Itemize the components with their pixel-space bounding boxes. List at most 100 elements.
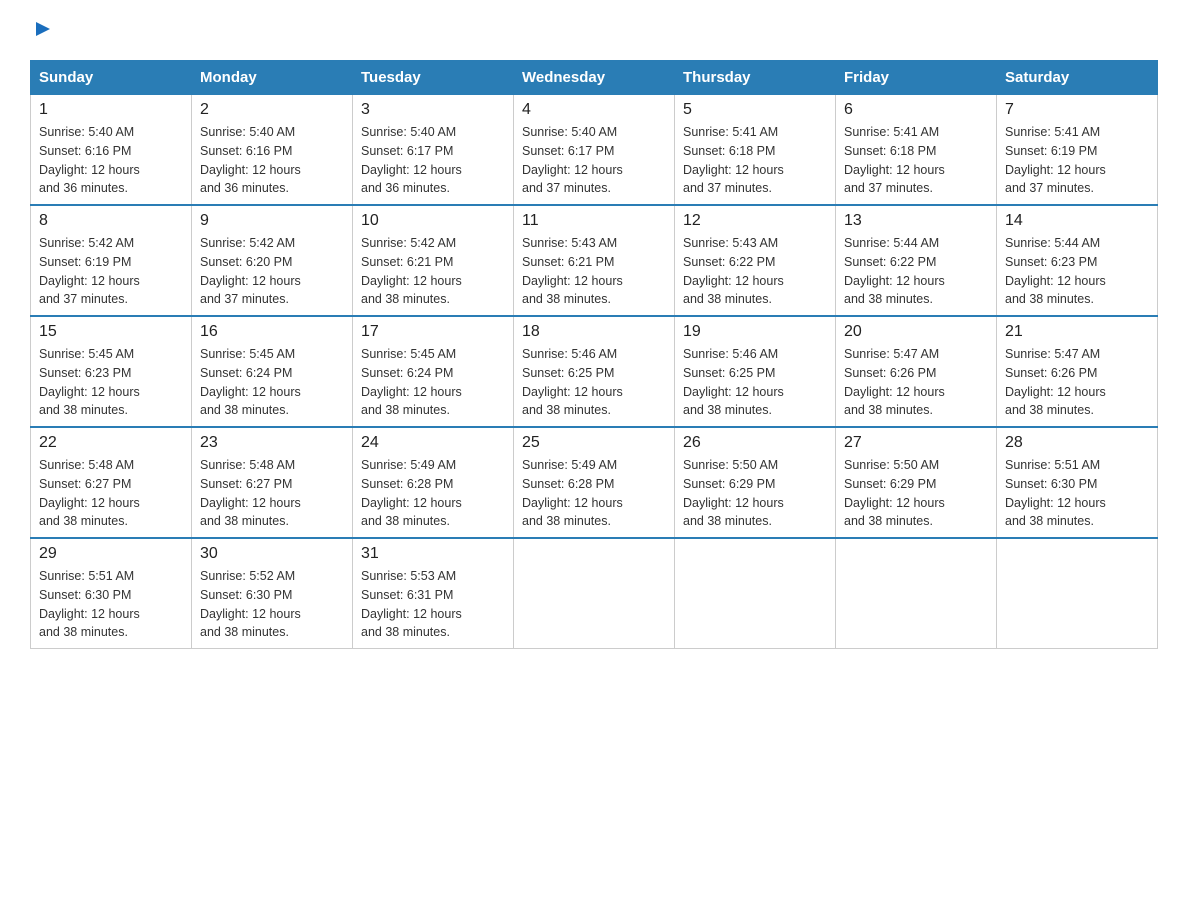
calendar-cell: 12 Sunrise: 5:43 AMSunset: 6:22 PMDayligh…: [675, 205, 836, 316]
day-info: Sunrise: 5:46 AMSunset: 6:25 PMDaylight:…: [522, 345, 666, 420]
day-number: 8: [39, 212, 183, 230]
weekday-header-saturday: Saturday: [997, 61, 1158, 95]
calendar-cell: 5 Sunrise: 5:41 AMSunset: 6:18 PMDaylight…: [675, 95, 836, 206]
day-number: 23: [200, 434, 344, 452]
weekday-header-tuesday: Tuesday: [353, 61, 514, 95]
calendar-cell: 2 Sunrise: 5:40 AMSunset: 6:16 PMDaylight…: [192, 95, 353, 206]
weekday-header-wednesday: Wednesday: [514, 61, 675, 95]
logo: [30, 20, 54, 40]
day-number: 30: [200, 545, 344, 563]
day-info: Sunrise: 5:40 AMSunset: 6:17 PMDaylight:…: [361, 123, 505, 198]
calendar-cell: 7 Sunrise: 5:41 AMSunset: 6:19 PMDaylight…: [997, 95, 1158, 206]
calendar-table: SundayMondayTuesdayWednesdayThursdayFrid…: [30, 60, 1158, 649]
day-info: Sunrise: 5:47 AMSunset: 6:26 PMDaylight:…: [1005, 345, 1149, 420]
logo-triangle-icon: [32, 18, 54, 40]
day-number: 3: [361, 101, 505, 119]
calendar-cell: 19 Sunrise: 5:46 AMSunset: 6:25 PMDayligh…: [675, 316, 836, 427]
day-number: 1: [39, 101, 183, 119]
calendar-cell: 9 Sunrise: 5:42 AMSunset: 6:20 PMDaylight…: [192, 205, 353, 316]
day-info: Sunrise: 5:51 AMSunset: 6:30 PMDaylight:…: [39, 567, 183, 642]
calendar-cell: 29Sunrise: 5:51 AMSunset: 6:30 PMDayligh…: [31, 538, 192, 649]
day-info: Sunrise: 5:41 AMSunset: 6:18 PMDaylight:…: [844, 123, 988, 198]
day-info: Sunrise: 5:51 AMSunset: 6:30 PMDaylight:…: [1005, 456, 1149, 531]
calendar-cell: [997, 538, 1158, 649]
calendar-cell: [675, 538, 836, 649]
day-number: 14: [1005, 212, 1149, 230]
day-number: 13: [844, 212, 988, 230]
day-info: Sunrise: 5:47 AMSunset: 6:26 PMDaylight:…: [844, 345, 988, 420]
calendar-week-row: 15 Sunrise: 5:45 AMSunset: 6:23 PMDayligh…: [31, 316, 1158, 427]
calendar-cell: 18 Sunrise: 5:46 AMSunset: 6:25 PMDayligh…: [514, 316, 675, 427]
day-number: 31: [361, 545, 505, 563]
day-info: Sunrise: 5:45 AMSunset: 6:24 PMDaylight:…: [200, 345, 344, 420]
calendar-cell: 6 Sunrise: 5:41 AMSunset: 6:18 PMDaylight…: [836, 95, 997, 206]
calendar-cell: 3 Sunrise: 5:40 AMSunset: 6:17 PMDaylight…: [353, 95, 514, 206]
calendar-cell: 13 Sunrise: 5:44 AMSunset: 6:22 PMDayligh…: [836, 205, 997, 316]
day-info: Sunrise: 5:45 AMSunset: 6:23 PMDaylight:…: [39, 345, 183, 420]
calendar-cell: 23 Sunrise: 5:48 AMSunset: 6:27 PMDayligh…: [192, 427, 353, 538]
day-number: 25: [522, 434, 666, 452]
calendar-cell: 31 Sunrise: 5:53 AMSunset: 6:31 PMDayligh…: [353, 538, 514, 649]
day-info: Sunrise: 5:53 AMSunset: 6:31 PMDaylight:…: [361, 567, 505, 642]
day-number: 24: [361, 434, 505, 452]
calendar-cell: 24 Sunrise: 5:49 AMSunset: 6:28 PMDayligh…: [353, 427, 514, 538]
day-number: 28: [1005, 434, 1149, 452]
day-number: 9: [200, 212, 344, 230]
calendar-week-row: 22 Sunrise: 5:48 AMSunset: 6:27 PMDayligh…: [31, 427, 1158, 538]
day-number: 4: [522, 101, 666, 119]
day-number: 17: [361, 323, 505, 341]
calendar-week-row: 1 Sunrise: 5:40 AMSunset: 6:16 PMDaylight…: [31, 95, 1158, 206]
day-number: 21: [1005, 323, 1149, 341]
day-number: 16: [200, 323, 344, 341]
day-info: Sunrise: 5:48 AMSunset: 6:27 PMDaylight:…: [200, 456, 344, 531]
day-info: Sunrise: 5:42 AMSunset: 6:20 PMDaylight:…: [200, 234, 344, 309]
weekday-header-monday: Monday: [192, 61, 353, 95]
day-number: 19: [683, 323, 827, 341]
calendar-cell: 26Sunrise: 5:50 AMSunset: 6:29 PMDayligh…: [675, 427, 836, 538]
day-info: Sunrise: 5:50 AMSunset: 6:29 PMDaylight:…: [683, 456, 827, 531]
calendar-week-row: 8Sunrise: 5:42 AMSunset: 6:19 PMDaylight…: [31, 205, 1158, 316]
calendar-cell: 14 Sunrise: 5:44 AMSunset: 6:23 PMDayligh…: [997, 205, 1158, 316]
day-info: Sunrise: 5:41 AMSunset: 6:19 PMDaylight:…: [1005, 123, 1149, 198]
calendar-cell: [514, 538, 675, 649]
calendar-cell: 17Sunrise: 5:45 AMSunset: 6:24 PMDayligh…: [353, 316, 514, 427]
day-number: 6: [844, 101, 988, 119]
day-info: Sunrise: 5:46 AMSunset: 6:25 PMDaylight:…: [683, 345, 827, 420]
day-info: Sunrise: 5:48 AMSunset: 6:27 PMDaylight:…: [39, 456, 183, 531]
day-number: 5: [683, 101, 827, 119]
day-info: Sunrise: 5:49 AMSunset: 6:28 PMDaylight:…: [522, 456, 666, 531]
calendar-week-row: 29Sunrise: 5:51 AMSunset: 6:30 PMDayligh…: [31, 538, 1158, 649]
day-number: 12: [683, 212, 827, 230]
calendar-cell: [836, 538, 997, 649]
calendar-cell: 8Sunrise: 5:42 AMSunset: 6:19 PMDaylight…: [31, 205, 192, 316]
day-number: 15: [39, 323, 183, 341]
day-number: 10: [361, 212, 505, 230]
calendar-cell: 22 Sunrise: 5:48 AMSunset: 6:27 PMDayligh…: [31, 427, 192, 538]
weekday-header-friday: Friday: [836, 61, 997, 95]
day-number: 18: [522, 323, 666, 341]
day-info: Sunrise: 5:43 AMSunset: 6:22 PMDaylight:…: [683, 234, 827, 309]
calendar-cell: 4 Sunrise: 5:40 AMSunset: 6:17 PMDaylight…: [514, 95, 675, 206]
calendar-cell: 30Sunrise: 5:52 AMSunset: 6:30 PMDayligh…: [192, 538, 353, 649]
day-number: 20: [844, 323, 988, 341]
calendar-cell: 10 Sunrise: 5:42 AMSunset: 6:21 PMDayligh…: [353, 205, 514, 316]
weekday-header-row: SundayMondayTuesdayWednesdayThursdayFrid…: [31, 61, 1158, 95]
weekday-header-thursday: Thursday: [675, 61, 836, 95]
day-info: Sunrise: 5:44 AMSunset: 6:23 PMDaylight:…: [1005, 234, 1149, 309]
day-info: Sunrise: 5:44 AMSunset: 6:22 PMDaylight:…: [844, 234, 988, 309]
day-info: Sunrise: 5:40 AMSunset: 6:16 PMDaylight:…: [200, 123, 344, 198]
day-info: Sunrise: 5:40 AMSunset: 6:17 PMDaylight:…: [522, 123, 666, 198]
day-number: 22: [39, 434, 183, 452]
day-number: 7: [1005, 101, 1149, 119]
day-info: Sunrise: 5:43 AMSunset: 6:21 PMDaylight:…: [522, 234, 666, 309]
day-info: Sunrise: 5:42 AMSunset: 6:21 PMDaylight:…: [361, 234, 505, 309]
day-number: 2: [200, 101, 344, 119]
calendar-cell: 25 Sunrise: 5:49 AMSunset: 6:28 PMDayligh…: [514, 427, 675, 538]
calendar-cell: 27 Sunrise: 5:50 AMSunset: 6:29 PMDayligh…: [836, 427, 997, 538]
day-info: Sunrise: 5:49 AMSunset: 6:28 PMDaylight:…: [361, 456, 505, 531]
day-info: Sunrise: 5:41 AMSunset: 6:18 PMDaylight:…: [683, 123, 827, 198]
day-info: Sunrise: 5:40 AMSunset: 6:16 PMDaylight:…: [39, 123, 183, 198]
day-number: 27: [844, 434, 988, 452]
calendar-cell: 11Sunrise: 5:43 AMSunset: 6:21 PMDayligh…: [514, 205, 675, 316]
day-info: Sunrise: 5:50 AMSunset: 6:29 PMDaylight:…: [844, 456, 988, 531]
